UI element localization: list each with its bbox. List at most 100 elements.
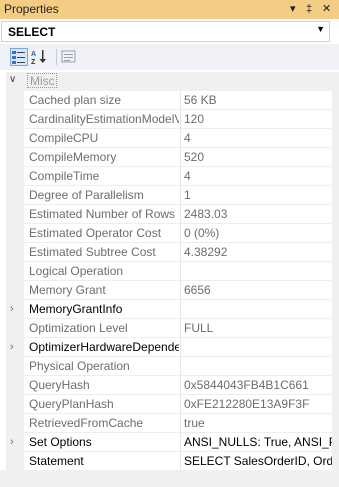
- property-row[interactable]: QueryPlanHash 0xFE212280E13A9F3F: [6, 395, 332, 414]
- properties-toolbar: A Z: [0, 44, 339, 70]
- column-divider[interactable]: [180, 262, 181, 281]
- dropdown-arrow-icon[interactable]: ▼: [316, 24, 325, 34]
- column-divider[interactable]: [180, 433, 181, 452]
- property-row[interactable]: Memory Grant 6656: [6, 281, 332, 300]
- property-name: OptimizerHardwareDependentProperties: [29, 340, 179, 354]
- property-name: RetrievedFromCache: [29, 416, 144, 430]
- categorized-button[interactable]: [10, 48, 28, 66]
- vertical-scrollbar[interactable]: [332, 72, 339, 470]
- property-value[interactable]: 520: [184, 150, 332, 164]
- property-name: Degree of Parallelism: [29, 188, 144, 202]
- column-divider[interactable]: [180, 395, 181, 414]
- property-name: QueryPlanHash: [29, 397, 114, 411]
- column-divider[interactable]: [180, 186, 181, 205]
- close-icon[interactable]: ✕: [322, 1, 331, 17]
- property-name: Memory Grant: [29, 283, 106, 297]
- property-row[interactable]: Estimated Number of Rows 2483.03: [6, 205, 332, 224]
- property-value[interactable]: 4.38292: [184, 245, 332, 259]
- auto-hide-pin-icon[interactable]: ‡: [306, 1, 312, 17]
- category-label: Misc: [27, 73, 57, 88]
- column-divider[interactable]: [180, 300, 181, 319]
- expand-chevron-icon[interactable]: ›: [10, 436, 20, 448]
- property-row[interactable]: Degree of Parallelism 1: [6, 186, 332, 205]
- column-divider[interactable]: [180, 224, 181, 243]
- svg-text:Z: Z: [31, 59, 36, 66]
- property-value[interactable]: 4: [184, 131, 332, 145]
- property-name: Set Options: [29, 435, 92, 449]
- property-name: CompileCPU: [29, 131, 99, 145]
- column-divider[interactable]: [180, 376, 181, 395]
- property-row[interactable]: Physical Operation: [6, 357, 332, 376]
- property-name: Cached plan size: [29, 93, 122, 107]
- alphabetical-sort-icon: A Z: [31, 50, 46, 66]
- property-name: Statement: [29, 454, 84, 468]
- expand-chevron-icon[interactable]: ›: [10, 303, 20, 315]
- svg-text:A: A: [31, 51, 36, 58]
- column-divider[interactable]: [180, 414, 181, 433]
- property-name: Physical Operation: [29, 359, 130, 373]
- property-value[interactable]: 0xFE212280E13A9F3F: [184, 397, 332, 411]
- property-value[interactable]: SELECT SalesOrderID, OrderDate: [184, 454, 332, 468]
- alphabetical-button[interactable]: A Z: [30, 48, 48, 66]
- property-value[interactable]: 6656: [184, 283, 332, 297]
- property-row[interactable]: Logical Operation: [6, 262, 332, 281]
- column-divider[interactable]: [180, 243, 181, 262]
- column-divider[interactable]: [180, 91, 181, 110]
- property-pages-button[interactable]: [60, 48, 78, 66]
- property-row[interactable]: CardinalityEstimationModelVersion 120: [6, 110, 332, 129]
- column-divider[interactable]: [180, 338, 181, 357]
- property-row[interactable]: Estimated Operator Cost 0 (0%): [6, 224, 332, 243]
- collapse-chevron-icon[interactable]: ∨: [9, 74, 16, 85]
- property-name: CompileMemory: [29, 150, 117, 164]
- property-name: Optimization Level: [29, 321, 128, 335]
- expand-chevron-icon[interactable]: ›: [10, 341, 20, 353]
- column-divider[interactable]: [180, 357, 181, 376]
- property-row[interactable]: Statement SELECT SalesOrderID, OrderDate: [6, 452, 332, 471]
- object-selector-dropdown[interactable]: SELECT ▼: [1, 21, 330, 42]
- selected-object: SELECT: [8, 25, 56, 39]
- column-divider[interactable]: [180, 129, 181, 148]
- column-divider[interactable]: [180, 281, 181, 300]
- property-value[interactable]: 4: [184, 169, 332, 183]
- window-title: Properties: [4, 2, 59, 16]
- property-name: Estimated Subtree Cost: [29, 245, 156, 259]
- property-row[interactable]: Optimization Level FULL: [6, 319, 332, 338]
- property-value[interactable]: 120: [184, 112, 332, 126]
- column-divider[interactable]: [180, 205, 181, 224]
- toolbar-separator: [56, 49, 57, 65]
- property-name: CompileTime: [29, 169, 100, 183]
- property-name: Logical Operation: [29, 264, 124, 278]
- property-row[interactable]: › Set Options ANSI_NULLS: True, ANSI_PADDI…: [6, 433, 332, 452]
- column-divider[interactable]: [180, 452, 181, 471]
- window-position-dropdown-icon[interactable]: ▾: [290, 1, 296, 17]
- categorized-icon: [12, 51, 25, 64]
- property-value[interactable]: 0 (0%): [184, 226, 332, 240]
- property-row[interactable]: › MemoryGrantInfo: [6, 300, 332, 319]
- property-row[interactable]: Cached plan size 56 KB: [6, 91, 332, 110]
- property-value[interactable]: 0x5844043FB4B1C661: [184, 378, 332, 392]
- property-value[interactable]: ANSI_NULLS: True, ANSI_PADDING: True: [184, 435, 332, 449]
- property-value[interactable]: FULL: [184, 321, 332, 335]
- column-divider[interactable]: [180, 110, 181, 129]
- property-value[interactable]: 2483.03: [184, 207, 332, 221]
- category-row[interactable]: ∨ Misc: [6, 72, 332, 91]
- property-value[interactable]: 1: [184, 188, 332, 202]
- column-divider[interactable]: [180, 148, 181, 167]
- property-row[interactable]: QueryHash 0x5844043FB4B1C661: [6, 376, 332, 395]
- property-value[interactable]: true: [184, 416, 332, 430]
- column-divider[interactable]: [180, 319, 181, 338]
- property-name: MemoryGrantInfo: [29, 302, 123, 316]
- property-row[interactable]: CompileCPU 4: [6, 129, 332, 148]
- column-divider[interactable]: [180, 167, 181, 186]
- property-row[interactable]: CompileMemory 520: [6, 148, 332, 167]
- property-row[interactable]: › OptimizerHardwareDependentProperties: [6, 338, 332, 357]
- description-pane: [0, 470, 339, 487]
- property-row[interactable]: RetrievedFromCache true: [6, 414, 332, 433]
- properties-title-bar: Properties ▾ ‡ ✕: [0, 0, 339, 19]
- property-row[interactable]: CompileTime 4: [6, 167, 332, 186]
- property-pages-icon: [61, 50, 76, 63]
- property-row[interactable]: Estimated Subtree Cost 4.38292: [6, 243, 332, 262]
- property-name: Estimated Operator Cost: [29, 226, 162, 240]
- property-value[interactable]: 56 KB: [184, 93, 332, 107]
- property-grid: ∨ Misc Cached plan size 56 KB CardinalityE…: [6, 72, 332, 471]
